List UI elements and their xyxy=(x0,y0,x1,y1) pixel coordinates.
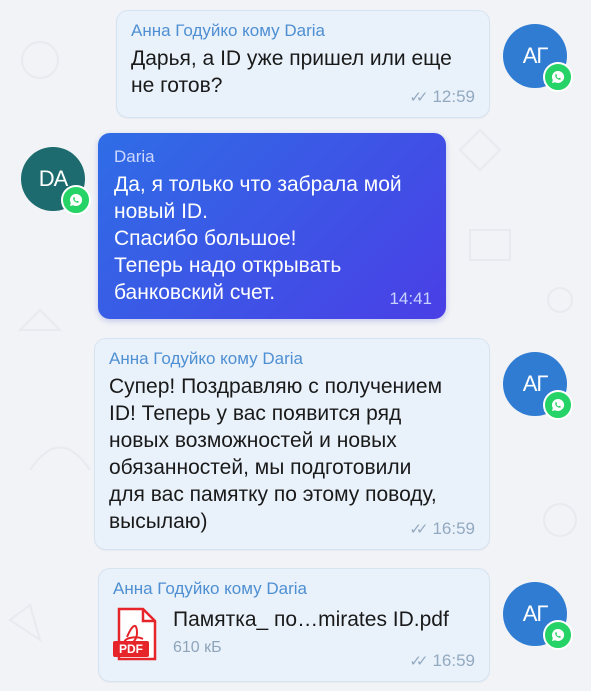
message-meta: ✓✓ 16:59 xyxy=(409,651,475,671)
avatar-initials: DA xyxy=(38,166,69,191)
message-time: 14:41 xyxy=(389,289,432,308)
sender-name: Daria xyxy=(114,147,155,166)
file-name[interactable]: Памятка_ по…mirates ID.pdf xyxy=(173,607,449,633)
avatar[interactable]: АГ xyxy=(503,24,573,92)
avatar[interactable]: DA xyxy=(21,147,91,215)
avatar-initials: АГ xyxy=(522,601,549,626)
file-message-bubble[interactable]: Анна Годуйко кому Daria PDF Памятка_ по…… xyxy=(98,568,490,682)
avatar-initials: АГ xyxy=(522,43,549,68)
avatar[interactable]: АГ xyxy=(503,352,573,420)
message-bubble[interactable]: Daria Да, я только что забрала мой новый… xyxy=(98,133,446,319)
avatar-initials: АГ xyxy=(522,371,549,396)
message-meta: ✓✓ 12:59 xyxy=(409,87,475,107)
message-time: 12:59 xyxy=(432,87,475,106)
message-meta: ✓✓ 16:59 xyxy=(409,519,475,539)
whatsapp-icon xyxy=(543,390,573,420)
sender-name: Анна Годуйко кому Daria xyxy=(109,349,303,368)
message-bubble[interactable]: Анна Годуйко кому Daria Супер! Поздравля… xyxy=(94,338,490,550)
message-time: 16:59 xyxy=(432,519,475,538)
sender-name: Анна Годуйко кому Daria xyxy=(113,579,307,598)
pdf-file-icon: PDF xyxy=(113,607,161,661)
message-text: Супер! Поздравляю с получением ID! Тепер… xyxy=(109,375,443,533)
double-check-icon: ✓✓ xyxy=(409,89,428,106)
message-meta: 14:41 xyxy=(389,289,432,309)
double-check-icon: ✓✓ xyxy=(409,521,428,538)
sender-name: Анна Годуйко кому Daria xyxy=(131,21,325,40)
whatsapp-icon xyxy=(543,620,573,650)
pdf-label: PDF xyxy=(119,642,143,656)
whatsapp-icon xyxy=(543,62,573,92)
whatsapp-icon xyxy=(61,185,91,215)
file-size: 610 кБ xyxy=(173,639,222,656)
message-bubble[interactable]: Анна Годуйко кому Daria Дарья, а ID уже … xyxy=(116,10,490,118)
message-text: Да, я только что забрала мой новый ID. С… xyxy=(114,173,402,304)
double-check-icon: ✓✓ xyxy=(409,653,428,670)
message-time: 16:59 xyxy=(432,651,475,670)
avatar[interactable]: АГ xyxy=(503,582,573,650)
